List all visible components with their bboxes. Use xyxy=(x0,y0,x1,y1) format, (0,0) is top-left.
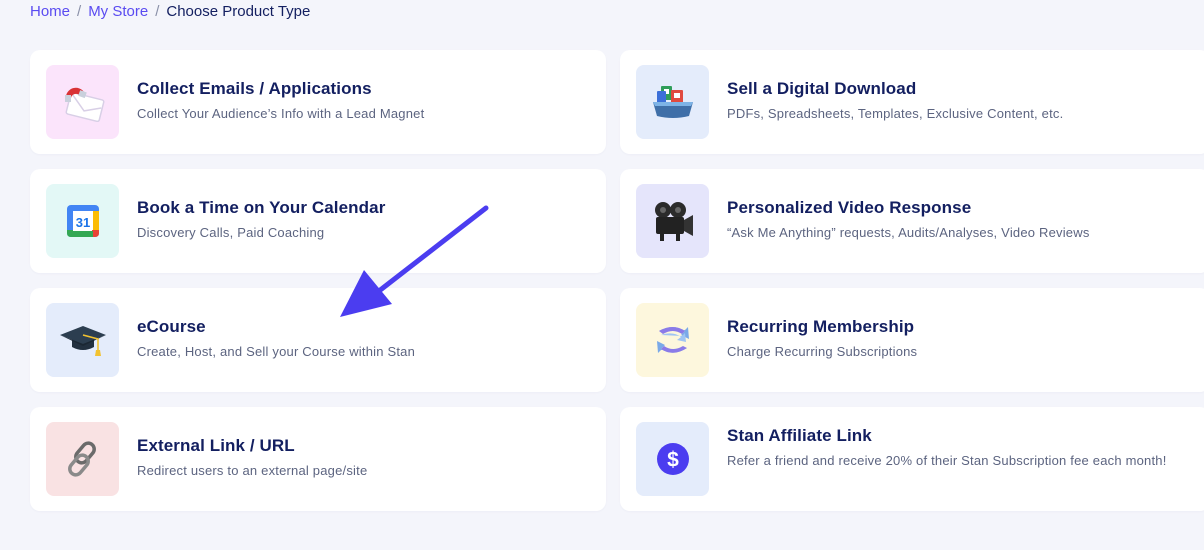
calendar-icon: 31 xyxy=(66,205,99,237)
breadcrumb-current: Choose Product Type xyxy=(166,3,311,20)
download-tray-icon xyxy=(652,86,693,118)
card-text: External Link / URL Redirect users to an… xyxy=(137,436,590,480)
card-icon-box xyxy=(636,184,709,258)
card-title: Recurring Membership xyxy=(727,317,915,336)
svg-text:31: 31 xyxy=(75,215,89,230)
product-type-card-affiliate-link[interactable]: $ Stan Affiliate Link Refer a friend and… xyxy=(620,407,1204,511)
product-type-card-external-link[interactable]: External Link / URL Redirect users to an… xyxy=(30,407,606,511)
product-type-card-ecourse[interactable]: eCourse Create, Host, and Sell your Cour… xyxy=(30,288,606,392)
breadcrumb-separator: / xyxy=(77,3,82,20)
breadcrumb-separator: / xyxy=(155,3,160,20)
card-title: Book a Time on Your Calendar xyxy=(137,198,386,217)
card-title: eCourse xyxy=(137,317,206,336)
product-type-card-video-response[interactable]: Personalized Video Response “Ask Me Anyt… xyxy=(620,169,1204,273)
svg-text:$: $ xyxy=(667,449,679,472)
card-description: Collect Your Audience’s Info with a Lead… xyxy=(137,106,425,121)
product-type-card-book-calendar[interactable]: 31 Book a Time on Your Calendar Discover… xyxy=(30,169,606,273)
product-type-card-collect-emails[interactable]: Collect Emails / Applications Collect Yo… xyxy=(30,50,606,154)
card-icon-box xyxy=(46,303,119,377)
card-icon-box: $ xyxy=(636,422,709,496)
card-text: eCourse Create, Host, and Sell your Cour… xyxy=(137,317,590,361)
card-icon-box xyxy=(46,65,119,139)
card-icon-box xyxy=(636,65,709,139)
graduation-cap-icon xyxy=(59,326,106,356)
recurring-arrows-icon xyxy=(656,327,689,353)
card-description: Discovery Calls, Paid Coaching xyxy=(137,225,325,240)
card-text: Personalized Video Response “Ask Me Anyt… xyxy=(727,198,1194,242)
breadcrumb-store-link[interactable]: My Store xyxy=(88,3,148,20)
magnet-envelope-icon xyxy=(64,87,104,122)
card-title: Personalized Video Response xyxy=(727,198,972,217)
card-title: Stan Affiliate Link xyxy=(727,426,872,445)
breadcrumb: Home / My Store / Choose Product Type xyxy=(30,3,310,21)
card-text: Sell a Digital Download PDFs, Spreadshee… xyxy=(727,79,1194,123)
card-description: PDFs, Spreadsheets, Templates, Exclusive… xyxy=(727,106,1064,121)
card-icon-box xyxy=(46,422,119,496)
card-description: Charge Recurring Subscriptions xyxy=(727,344,918,359)
video-camera-icon xyxy=(654,202,693,241)
breadcrumb-home-link[interactable]: Home xyxy=(30,3,70,20)
card-description: “Ask Me Anything” requests, Audits/Analy… xyxy=(727,225,1090,240)
card-title: External Link / URL xyxy=(137,436,295,455)
card-description: Redirect users to an external page/site xyxy=(137,463,368,478)
card-text: Recurring Membership Charge Recurring Su… xyxy=(727,317,1194,361)
card-title: Sell a Digital Download xyxy=(727,79,917,98)
card-description: Create, Host, and Sell your Course withi… xyxy=(137,344,415,359)
card-description: Refer a friend and receive 20% of their … xyxy=(727,453,1167,468)
card-icon-box: 31 xyxy=(46,184,119,258)
card-text: Book a Time on Your Calendar Discovery C… xyxy=(137,198,590,242)
product-type-card-digital-download[interactable]: Sell a Digital Download PDFs, Spreadshee… xyxy=(620,50,1204,154)
dollar-coin-icon: $ xyxy=(656,443,689,475)
product-type-card-recurring-membership[interactable]: Recurring Membership Charge Recurring Su… xyxy=(620,288,1204,392)
card-icon-box xyxy=(636,303,709,377)
card-text: Stan Affiliate Link Refer a friend and r… xyxy=(727,426,1194,470)
card-text: Collect Emails / Applications Collect Yo… xyxy=(137,79,590,123)
chain-link-icon xyxy=(67,441,96,477)
card-title: Collect Emails / Applications xyxy=(137,79,372,98)
